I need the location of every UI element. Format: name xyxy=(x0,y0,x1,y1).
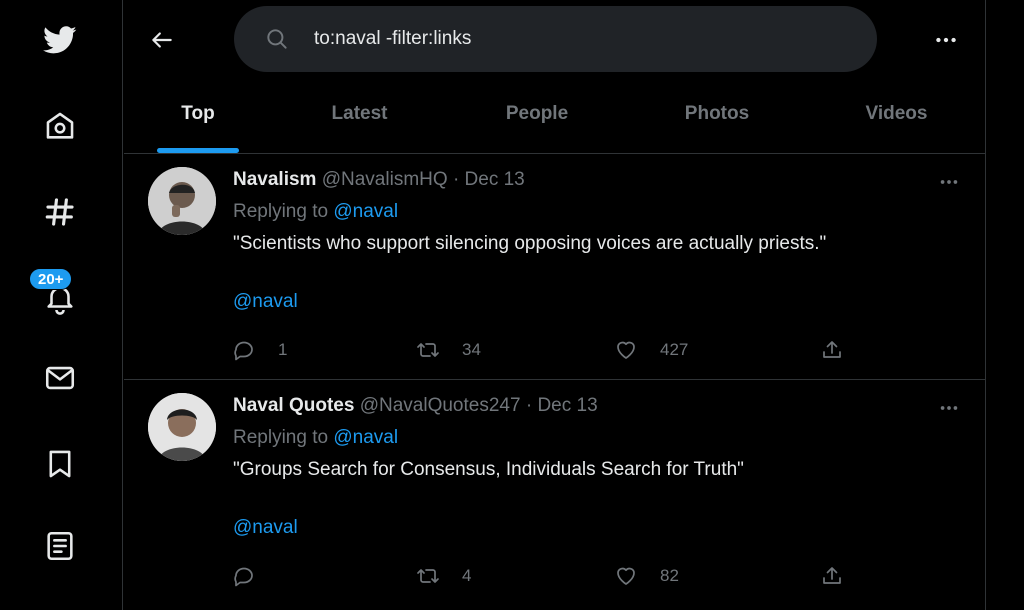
share-button[interactable] xyxy=(820,561,866,591)
replying-to-link[interactable]: @naval xyxy=(333,427,398,448)
tweet-date[interactable]: Dec 13 xyxy=(537,395,597,416)
main-column: Top Latest People Photos Videos Navalism… xyxy=(124,0,986,610)
tweet-text: "Scientists who support silencing opposi… xyxy=(233,233,827,254)
retweet-button[interactable]: 4 xyxy=(416,561,471,591)
like-button[interactable]: 82 xyxy=(614,561,679,591)
replying-to-link[interactable]: @naval xyxy=(333,201,398,222)
tab-photos[interactable]: Photos xyxy=(627,80,807,153)
search-icon xyxy=(267,29,287,49)
replying-prefix: Replying to xyxy=(233,201,334,222)
tab-videos[interactable]: Videos xyxy=(807,80,986,153)
search-box xyxy=(234,6,877,72)
home-icon[interactable] xyxy=(30,96,90,156)
tweet[interactable]: Navalism @NavalismHQ · Dec 13 Replying t… xyxy=(124,155,986,380)
avatar[interactable] xyxy=(148,393,216,461)
tweet-actions: 4 82 xyxy=(232,561,852,591)
replying-prefix: Replying to xyxy=(233,427,334,448)
tweet[interactable]: Naval Quotes @NavalQuotes247 · Dec 13 Re… xyxy=(124,381,986,610)
mention-link[interactable]: @naval xyxy=(233,291,298,313)
tweet-more-icon[interactable] xyxy=(932,391,966,425)
author-name[interactable]: Navalism xyxy=(233,169,316,190)
tweet-header: Navalism @NavalismHQ · Dec 13 xyxy=(233,169,525,191)
heart-icon xyxy=(617,567,635,585)
retweet-icon xyxy=(417,569,439,583)
mention-link[interactable]: @naval xyxy=(233,517,298,539)
lists-icon[interactable] xyxy=(30,516,90,576)
share-icon xyxy=(823,567,841,584)
explore-hashtag-icon[interactable] xyxy=(30,182,90,242)
tweet-header: Naval Quotes @NavalQuotes247 · Dec 13 xyxy=(233,395,598,417)
search-input[interactable] xyxy=(314,28,877,50)
author-handle[interactable]: @NavalQuotes247 xyxy=(360,395,521,416)
tweet-more-icon[interactable] xyxy=(932,165,966,199)
search-tabs: Top Latest People Photos Videos xyxy=(124,80,986,154)
like-button[interactable]: 427 xyxy=(614,335,688,365)
dot-separator: · xyxy=(452,169,465,190)
reply-count: 1 xyxy=(278,340,288,359)
tweet-actions: 1 34 427 xyxy=(232,335,852,365)
tweet-date[interactable]: Dec 13 xyxy=(465,169,525,190)
left-nav: 20+ xyxy=(0,0,123,610)
author-handle[interactable]: @NavalismHQ xyxy=(322,169,448,190)
retweet-button[interactable]: 34 xyxy=(416,335,481,365)
notifications-badge: 20+ xyxy=(29,268,73,290)
twitter-logo-icon[interactable] xyxy=(30,10,90,70)
reply-button[interactable] xyxy=(232,561,278,591)
share-icon xyxy=(823,341,841,358)
share-button[interactable] xyxy=(820,335,866,365)
avatar[interactable] xyxy=(148,167,216,235)
retweet-count: 34 xyxy=(462,340,481,359)
messages-envelope-icon[interactable] xyxy=(30,348,90,408)
bookmarks-icon[interactable] xyxy=(30,434,90,494)
tab-people[interactable]: People xyxy=(447,80,627,153)
search-header xyxy=(124,0,986,80)
tab-latest[interactable]: Latest xyxy=(272,80,447,153)
like-count: 82 xyxy=(660,566,679,585)
retweet-count: 4 xyxy=(462,566,472,585)
like-count: 427 xyxy=(660,340,689,359)
reply-icon xyxy=(234,341,253,361)
dot-separator: · xyxy=(525,395,538,416)
tweet-text: "Groups Search for Consensus, Individual… xyxy=(233,459,744,480)
author-name[interactable]: Naval Quotes xyxy=(233,395,354,416)
reply-button[interactable]: 1 xyxy=(232,335,287,365)
back-arrow-icon[interactable] xyxy=(144,22,180,58)
reply-icon xyxy=(234,567,253,587)
retweet-icon xyxy=(417,343,439,357)
more-options-icon[interactable] xyxy=(928,22,964,58)
tab-top[interactable]: Top xyxy=(124,80,272,153)
heart-icon xyxy=(617,341,635,359)
replying-to: Replying to @naval xyxy=(233,427,398,449)
replying-to: Replying to @naval xyxy=(233,201,398,223)
